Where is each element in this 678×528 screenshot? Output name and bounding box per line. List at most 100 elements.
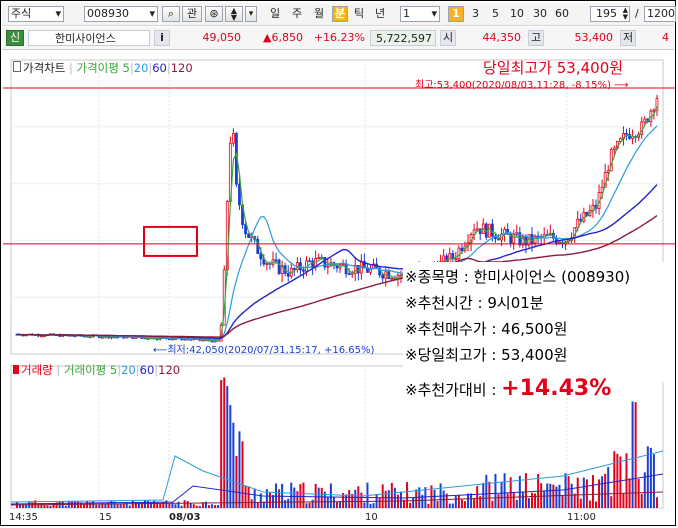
price-candle <box>244 224 247 235</box>
volume-bar <box>284 500 287 508</box>
volume-bar <box>116 503 119 508</box>
volume-bar <box>552 484 555 508</box>
volume-bar <box>652 454 655 508</box>
period-minute[interactable]: 분 <box>332 6 348 22</box>
stock-name[interactable]: 한미사이언스 <box>28 30 150 46</box>
x-tick-10: 10 <box>365 512 378 523</box>
volume-bar <box>646 446 649 508</box>
info-icon: i <box>160 31 164 44</box>
volume-bar <box>591 475 594 508</box>
volume-bar <box>622 493 625 508</box>
volume-bar <box>305 503 308 508</box>
watch-button[interactable]: 관 <box>182 6 202 22</box>
volume-bar <box>287 498 290 508</box>
search-button[interactable]: ⌕ <box>162 6 180 22</box>
volume-bar <box>640 493 643 508</box>
volume-bar <box>503 473 506 508</box>
volume-bar <box>83 504 86 508</box>
period-week[interactable]: 주 <box>292 7 302 21</box>
interval-3[interactable]: 3 <box>472 7 479 21</box>
chevron-down-icon: ▾ <box>431 7 437 20</box>
volume-ma-label: 거래이평 <box>63 363 107 377</box>
total-input[interactable]: 1200 <box>644 6 676 22</box>
chart-toolbar: 주식 ▾ 008930 ▾ ⌕ 관 ⊛ ▲ ▼ ▾ 일 주 월 분 틱 년 1 ▾… <box>2 3 676 26</box>
volume-bar <box>497 494 500 508</box>
volume-bar <box>460 499 463 508</box>
price-candle <box>317 256 321 259</box>
price-candle <box>625 133 628 135</box>
more-button[interactable]: ▾ <box>245 6 257 22</box>
price-candle <box>460 247 464 252</box>
market-select[interactable]: 주식 ▾ <box>8 6 64 22</box>
volume-bar <box>543 490 546 508</box>
volume-bar <box>570 483 573 508</box>
volume-bar <box>601 476 604 508</box>
chevron-down-icon: ▾ <box>149 7 155 20</box>
volume-bar <box>378 498 381 508</box>
volume-bar <box>207 505 210 508</box>
period-minute-label: 분 <box>334 7 346 20</box>
interval-60[interactable]: 60 <box>555 7 569 21</box>
info-button[interactable]: i <box>154 30 170 46</box>
period-day[interactable]: 일 <box>270 7 280 21</box>
count-value: 195 <box>596 7 617 20</box>
chevron-down-icon: ▾ <box>248 9 254 19</box>
sync-button[interactable]: ⊛ <box>205 6 223 22</box>
volume-bar <box>363 502 366 508</box>
volume-bar <box>217 505 220 508</box>
overlay-vs-rec: ※추천가대비 : +14.43% <box>405 376 611 401</box>
volume-bar <box>220 380 223 508</box>
period-month[interactable]: 월 <box>314 7 324 21</box>
price-candle <box>302 269 305 272</box>
period-tick[interactable]: 틱 <box>354 7 364 21</box>
interval-5[interactable]: 5 <box>492 7 499 21</box>
price-candle <box>238 183 241 206</box>
sync-icon: ⊛ <box>209 7 219 20</box>
price-candle <box>558 241 561 244</box>
interval-1-label: 1 <box>452 7 460 20</box>
volume-bar <box>625 453 628 508</box>
code-input[interactable]: 008930 ▾ <box>84 6 158 22</box>
chart-area[interactable]: 가격차트 | 가격이평 5|20|60|120 당일최고가 53,400원 최고… <box>3 56 675 523</box>
volume-bar <box>488 481 491 508</box>
volume-bar <box>332 497 335 508</box>
volume-bar <box>561 495 564 508</box>
price-candle <box>643 118 647 123</box>
low-label: 저 <box>620 30 636 46</box>
count-input[interactable]: 195 ▲ ▼ <box>590 6 630 22</box>
volume-ma-60: 60 <box>139 363 155 377</box>
chevron-down-icon: ▾ <box>55 7 61 20</box>
x-tick-1100: 11:00 <box>567 512 596 523</box>
interval-30[interactable]: 30 <box>533 7 547 21</box>
volume-bar <box>271 495 274 508</box>
volume-bar <box>189 503 192 508</box>
volume-bar <box>64 505 67 508</box>
volume-bar <box>159 503 162 508</box>
volume-bar <box>293 487 296 508</box>
volume-bar <box>524 473 527 508</box>
watch-label: 관 <box>186 7 198 20</box>
interval-1[interactable]: 1 <box>448 6 464 22</box>
interval-select[interactable]: 1 ▾ <box>400 6 440 22</box>
volume-bar <box>128 505 131 508</box>
volume-bar <box>390 482 393 508</box>
volume-panel-title: 거래량 <box>21 363 53 377</box>
volume-bar <box>470 493 473 508</box>
quote-bar: 신 한미사이언스 i 49,050 ▲6,850 +16.23% 5,722,5… <box>2 27 674 50</box>
price-panel-header: 가격차트 | 가격이평 5|20|60|120 <box>13 60 193 76</box>
period-year[interactable]: 년 <box>375 7 385 21</box>
low-annotation-text: 최저:42,050(2020/07/31,15:17, +16.65%) <box>167 345 375 356</box>
volume-ma-20: 20 <box>121 363 136 377</box>
volume-bar <box>491 500 494 508</box>
updown-button[interactable]: ▲ ▼ <box>225 6 243 22</box>
current-price: 49,050 <box>202 31 242 44</box>
interval-10[interactable]: 10 <box>510 7 524 21</box>
volume-bar <box>348 489 351 508</box>
volume-bar <box>515 499 518 508</box>
volume-bar <box>582 477 585 508</box>
change-percent: +16.23% <box>313 31 365 44</box>
price-candle <box>247 233 251 238</box>
badge-label: 신 <box>9 31 21 44</box>
volume-bar <box>360 492 363 508</box>
x-tick-15: 15 <box>99 512 112 523</box>
